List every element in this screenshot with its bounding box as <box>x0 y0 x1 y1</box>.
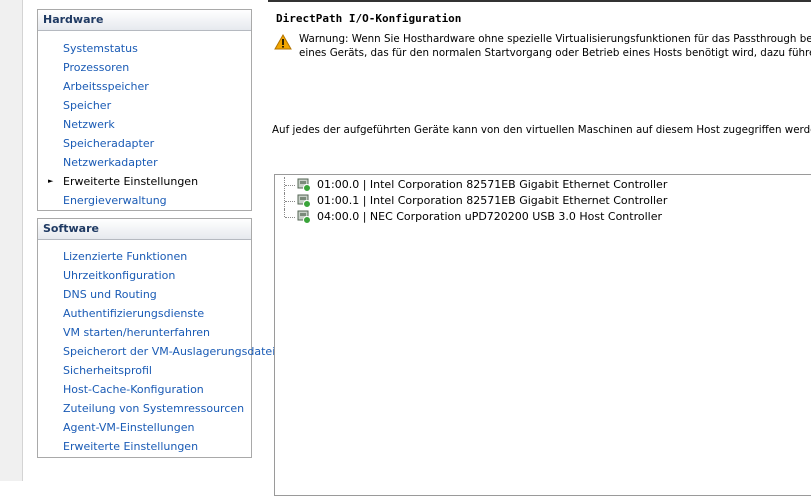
warning-message: Warnung: Wenn Sie Hosthardware ohne spez… <box>274 32 811 62</box>
software-item-host-cache[interactable]: Host-Cache-Konfiguration <box>38 380 251 399</box>
software-item-dns-und-routing[interactable]: DNS und Routing <box>38 285 251 304</box>
access-note: Auf jedes der aufgeführten Geräte kann v… <box>272 124 811 136</box>
tree-connector <box>284 209 297 218</box>
warning-line-2: eines Geräts, das für den normalen Start… <box>299 47 811 59</box>
software-item-lizenzierte-funktionen[interactable]: Lizenzierte Funktionen <box>38 247 251 266</box>
software-item-uhrzeitkonfiguration[interactable]: Uhrzeitkonfiguration <box>38 266 251 285</box>
page-title: DirectPath I/O-Konfiguration <box>276 12 462 25</box>
hardware-item-erweiterte-einstellungen[interactable]: ► Erweiterte Einstellungen <box>38 172 251 191</box>
selected-arrow-icon: ► <box>48 177 54 185</box>
pci-device-icon <box>297 194 311 208</box>
software-item-vm-auslagerungsdatei[interactable]: Speicherort der VM-Auslagerungsdatei <box>38 342 275 361</box>
software-item-vm-starten[interactable]: VM starten/herunterfahren <box>38 323 251 342</box>
software-item-erweiterte-einstellungen[interactable]: Erweiterte Einstellungen <box>38 437 251 456</box>
software-header: Software <box>38 219 251 240</box>
device-label: 01:00.1 | Intel Corporation 82571EB Giga… <box>317 194 668 207</box>
hardware-item-netzwerk[interactable]: Netzwerk <box>38 115 251 134</box>
hardware-header: Hardware <box>38 10 251 31</box>
device-row[interactable]: 01:00.0 | Intel Corporation 82571EB Giga… <box>275 177 811 193</box>
tree-connector <box>284 193 297 209</box>
software-item-agent-vm[interactable]: Agent-VM-Einstellungen <box>38 418 251 437</box>
hardware-item-label: Erweiterte Einstellungen <box>63 175 199 188</box>
software-item-authentifizierungsdienste[interactable]: Authentifizierungsdienste <box>38 304 251 323</box>
tree-connector <box>284 177 297 193</box>
pci-device-icon <box>297 210 311 224</box>
device-list[interactable]: 01:00.0 | Intel Corporation 82571EB Giga… <box>274 174 811 496</box>
device-label: 04:00.0 | NEC Corporation uPD720200 USB … <box>317 210 663 223</box>
pci-device-icon <box>297 178 311 192</box>
hardware-item-speicheradapter[interactable]: Speicheradapter <box>38 134 251 153</box>
main-content: DirectPath I/O-Konfiguration Warnung: We… <box>268 0 811 496</box>
hardware-item-systemstatus[interactable]: Systemstatus <box>38 39 251 58</box>
software-panel: Software Lizenzierte Funktionen Uhrzeitk… <box>37 218 275 458</box>
left-gutter <box>0 0 23 481</box>
hardware-panel: Hardware Systemstatus Prozessoren Arbeit… <box>37 9 252 211</box>
device-row[interactable]: 01:00.1 | Intel Corporation 82571EB Giga… <box>275 193 811 209</box>
warning-text: Warnung: Wenn Sie Hosthardware ohne spez… <box>299 32 811 60</box>
software-item-systemressourcen[interactable]: Zuteilung von Systemressourcen <box>38 399 251 418</box>
device-label: 01:00.0 | Intel Corporation 82571EB Giga… <box>317 178 668 191</box>
warning-icon <box>274 34 292 50</box>
device-row[interactable]: 04:00.0 | NEC Corporation uPD720200 USB … <box>275 209 811 225</box>
hardware-item-netzwerkadapter[interactable]: Netzwerkadapter <box>38 153 251 172</box>
software-item-sicherheitsprofil[interactable]: Sicherheitsprofil <box>38 361 251 380</box>
warning-line-1: Warnung: Wenn Sie Hosthardware ohne spez… <box>299 33 811 45</box>
hardware-item-speicher[interactable]: Speicher <box>38 96 251 115</box>
hardware-item-arbeitsspeicher[interactable]: Arbeitsspeicher <box>38 77 251 96</box>
hardware-item-energieverwaltung[interactable]: Energieverwaltung <box>38 191 251 210</box>
hardware-item-prozessoren[interactable]: Prozessoren <box>38 58 251 77</box>
top-divider <box>268 0 811 2</box>
